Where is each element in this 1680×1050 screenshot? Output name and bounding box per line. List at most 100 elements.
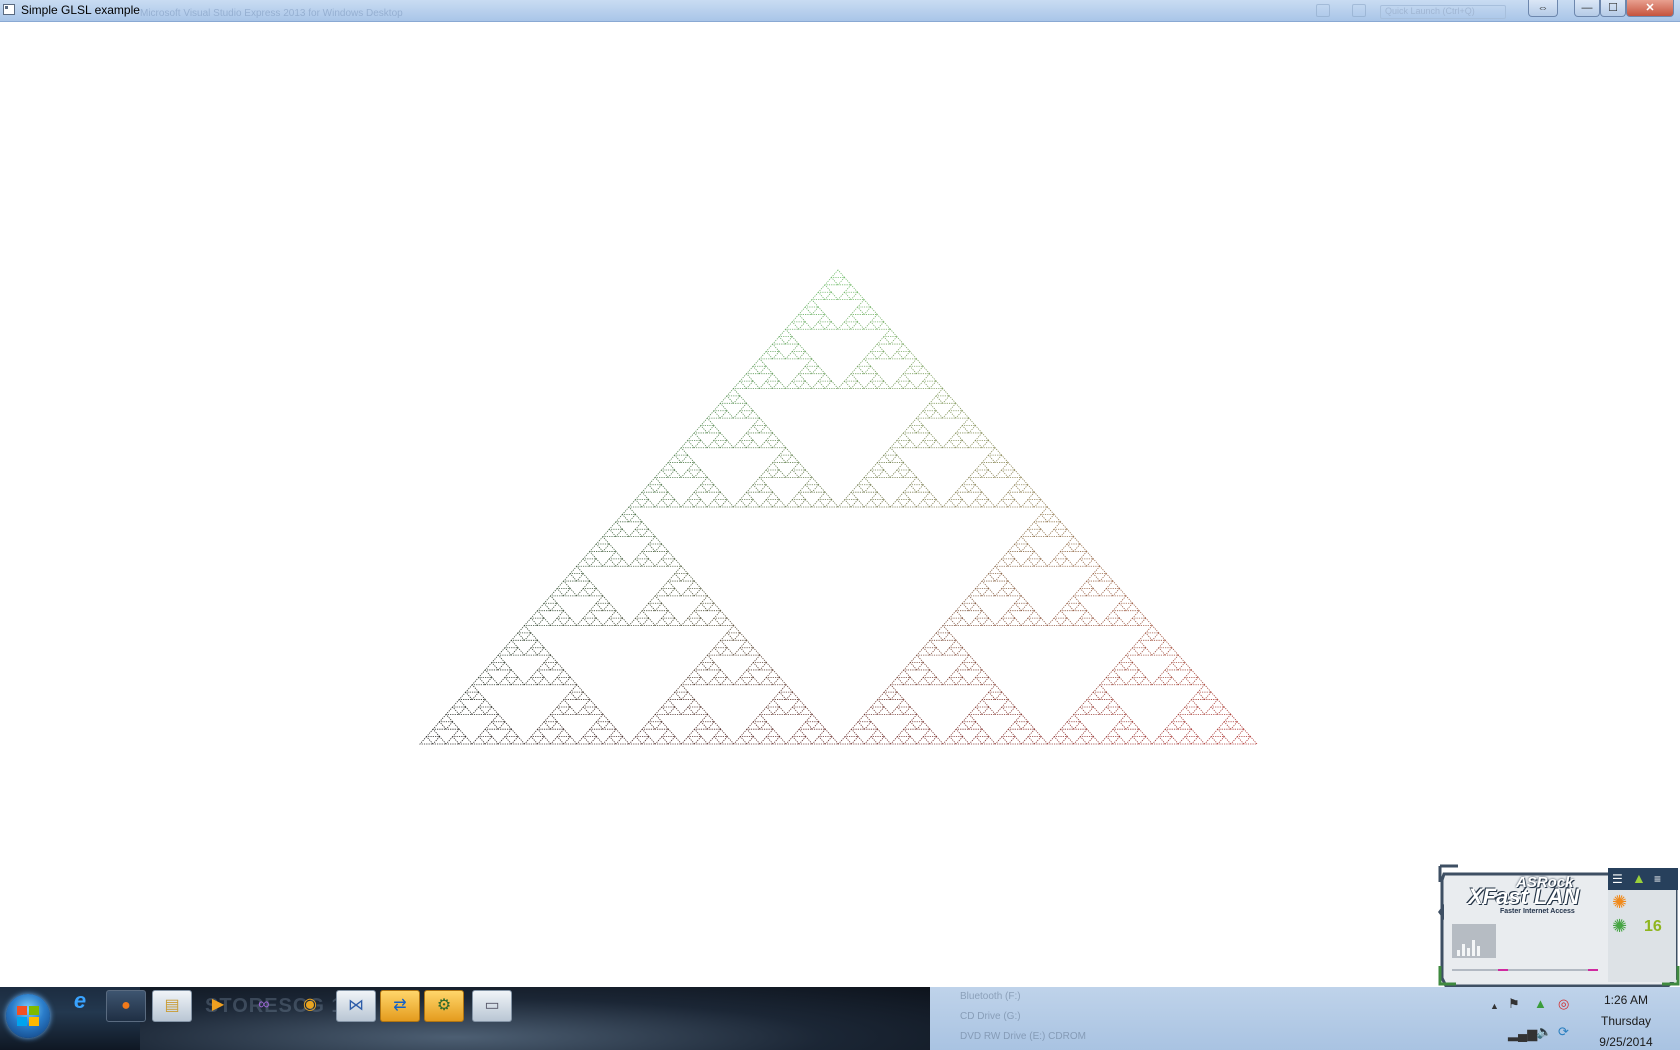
vs-express-button[interactable]: ∞ — [244, 990, 284, 1022]
clock-day[interactable]: Thursday — [1576, 1014, 1676, 1028]
fractal-cell — [824, 380, 840, 389]
fractal-cell — [680, 735, 696, 745]
network-icon[interactable]: ▂▄▆ — [1508, 1027, 1537, 1041]
fractal-cell — [647, 476, 663, 486]
firefox-button[interactable]: ● — [106, 990, 146, 1022]
fractal-cell — [1086, 706, 1101, 715]
fractal-cell — [968, 602, 984, 612]
close-button[interactable]: ✕ — [1626, 0, 1674, 17]
fractal-cell — [647, 595, 663, 604]
fractal-cell — [1053, 521, 1069, 530]
fractal-cell — [739, 669, 755, 678]
fractal-cell — [784, 380, 800, 389]
fractal-cell — [739, 491, 755, 500]
fractal-cell — [850, 321, 866, 330]
chrome-button[interactable]: ◉ — [290, 990, 330, 1022]
opera-icon[interactable]: ◎ — [1558, 997, 1569, 1011]
fractal-cell — [575, 573, 591, 582]
fractal-cell — [654, 558, 670, 567]
fractal-cell — [536, 661, 552, 671]
visual-studio-button[interactable]: ⋈ — [336, 990, 376, 1022]
minimize-button[interactable]: — — [1574, 0, 1600, 17]
show-hidden-icons-button[interactable]: ▲ — [1490, 999, 1499, 1013]
fractal-cell — [732, 410, 748, 419]
fractal-cell — [602, 602, 617, 612]
update-icon[interactable]: ⟳ — [1558, 1025, 1569, 1039]
fractal-cell — [680, 706, 696, 715]
fractal-cell — [745, 365, 761, 375]
clock-time[interactable]: 1:26 AM — [1576, 993, 1676, 1007]
fractal-cell — [929, 647, 944, 656]
fractal-cell — [706, 439, 722, 449]
fractal-cell — [863, 498, 879, 508]
fractal-cell — [915, 365, 931, 375]
fractal-cell — [824, 291, 839, 301]
fractal-cell — [1072, 706, 1088, 715]
fractal-cell — [582, 580, 598, 589]
explorer-button[interactable]: ▤ — [152, 990, 192, 1022]
fractal-cell — [1151, 632, 1167, 641]
volume-icon[interactable]: 🔈 — [1536, 1025, 1552, 1039]
glsl-window-button[interactable]: ▭ — [472, 990, 512, 1022]
fractal-cell — [602, 558, 617, 567]
fractal-cell — [1138, 647, 1154, 656]
fractal-cell — [745, 424, 761, 434]
fractal-cell — [758, 498, 774, 508]
window-title: Simple GLSL example — [21, 3, 140, 17]
fractal-cell — [850, 735, 866, 745]
fractal-cell — [504, 728, 519, 737]
teamviewer-button[interactable]: ⇄ — [380, 990, 420, 1022]
fractal-cell — [745, 661, 761, 671]
windows-logo-icon — [17, 1006, 39, 1026]
restore-icon[interactable]: ⇔ — [1528, 0, 1558, 17]
google-drive-icon[interactable]: ▲ — [1534, 997, 1547, 1011]
fractal-cell — [883, 684, 899, 693]
app-window-icon[interactable] — [3, 4, 15, 15]
start-button[interactable] — [6, 994, 50, 1038]
fractal-cell — [981, 706, 997, 715]
fractal-cell — [1151, 735, 1167, 745]
maximize-button[interactable]: ☐ — [1600, 0, 1626, 17]
refresh-orange-icon[interactable]: ✺ — [1612, 892, 1627, 913]
fractal-cell — [699, 417, 715, 426]
fractal-cell — [765, 491, 781, 500]
fractal-cell — [1171, 654, 1186, 663]
fractal-cell — [876, 350, 892, 360]
fractal-cell — [791, 373, 807, 382]
fractal-cell — [1243, 735, 1258, 745]
fractal-cell — [1073, 735, 1088, 745]
action-center-flag-icon[interactable]: ⚑ — [1508, 997, 1520, 1011]
fractal-cell — [798, 469, 813, 478]
fractal-cell — [1099, 691, 1114, 700]
fractal-cell — [719, 439, 735, 449]
fractal-cell — [477, 669, 493, 678]
fractal-cell — [915, 439, 931, 449]
fractal-cell — [713, 432, 728, 441]
menu-icon[interactable]: ≡ — [1654, 872, 1661, 886]
fractal-cell — [968, 721, 984, 730]
upload-arrow-icon[interactable]: ▲ — [1632, 870, 1646, 886]
fractal-cell — [876, 498, 892, 508]
fractal-cell — [909, 358, 924, 367]
gl-canvas[interactable] — [0, 22, 1680, 987]
fractal-cell — [523, 735, 539, 745]
fractal-cell — [948, 432, 964, 441]
media-player-button[interactable]: ▶ — [198, 990, 238, 1022]
fractal-cell — [896, 491, 912, 500]
fractal-cell — [732, 395, 748, 404]
fractal-cell — [732, 498, 748, 508]
ie-icon: e — [73, 988, 87, 1013]
fractal-cell — [1059, 543, 1075, 552]
network-tool-button[interactable]: ⚙ — [424, 990, 464, 1022]
clock-date[interactable]: 9/25/2014 — [1576, 1035, 1676, 1049]
fractal-cell — [471, 735, 487, 745]
refresh-green-icon[interactable]: ✺ — [1612, 916, 1627, 937]
fractal-cell — [1177, 676, 1193, 686]
fractal-cell — [445, 706, 461, 715]
fractal-cell — [432, 735, 448, 745]
fractal-cell — [817, 284, 833, 293]
ie-pinned-button[interactable]: e — [60, 990, 100, 1022]
fractal-cell — [915, 380, 931, 389]
list-icon[interactable]: ☰ — [1612, 872, 1623, 886]
asrock-xfast-lan-widget[interactable]: ASRock XFast LAN Faster Internet Access … — [1438, 862, 1680, 988]
